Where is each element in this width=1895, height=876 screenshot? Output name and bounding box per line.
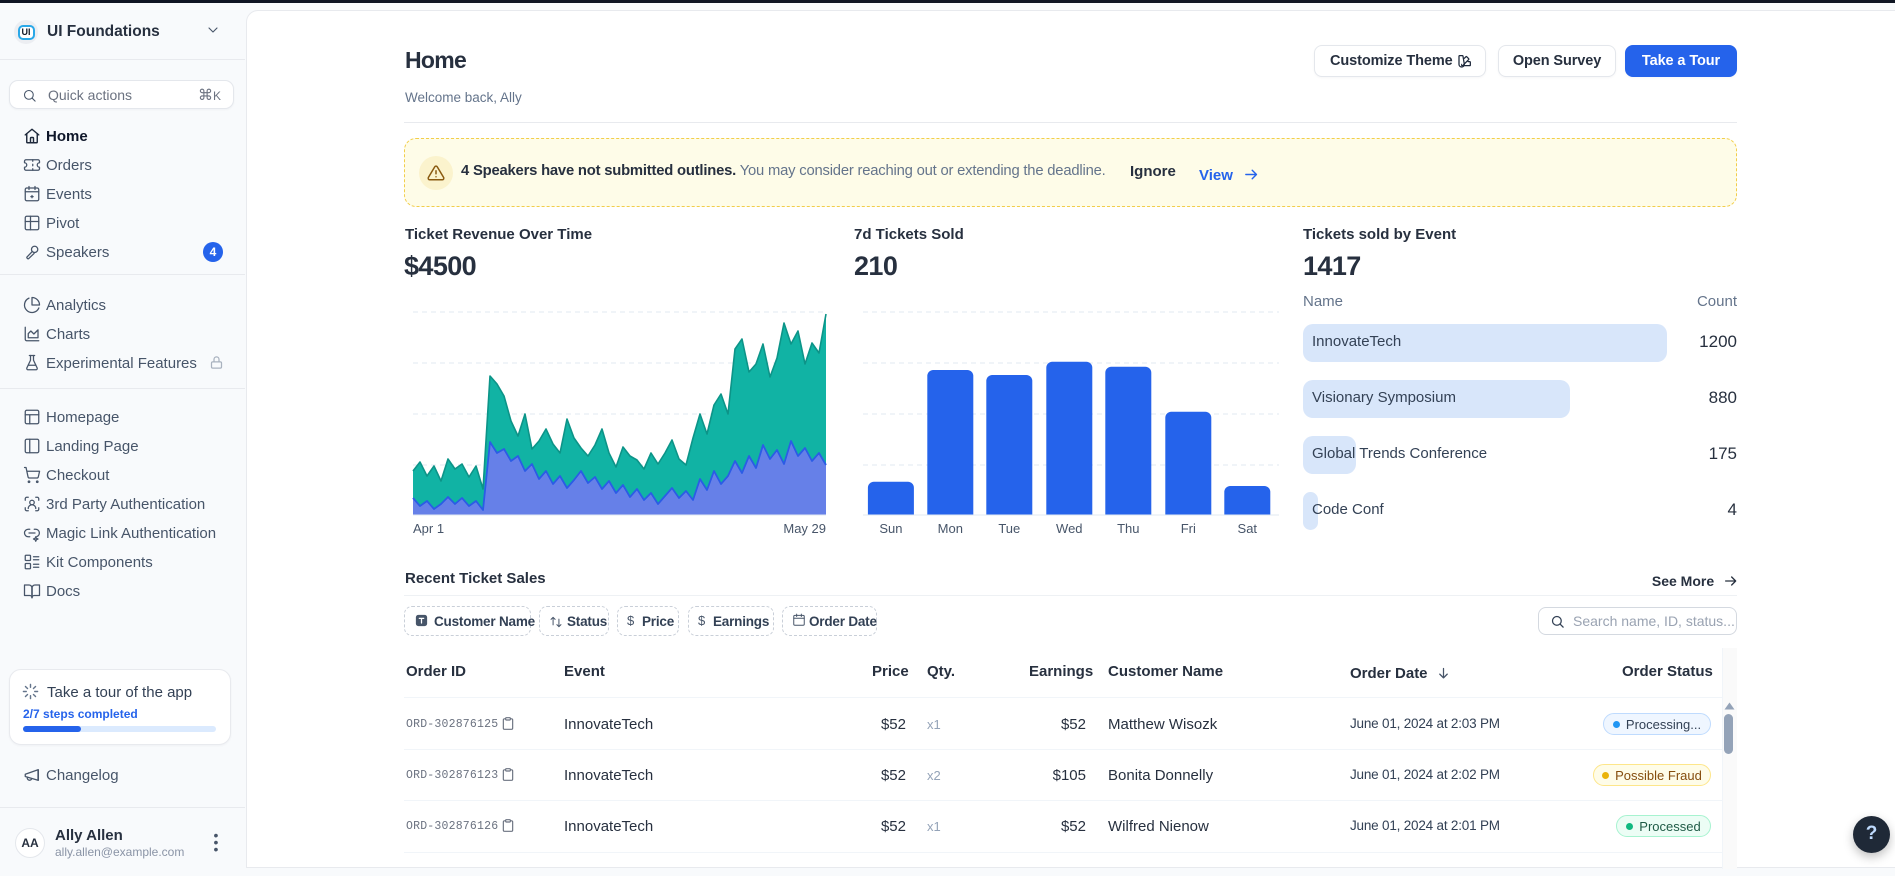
svg-text:Fri: Fri	[1181, 521, 1196, 536]
svg-text:Thu: Thu	[1117, 521, 1139, 536]
svg-text:Mon: Mon	[938, 521, 963, 536]
svg-text:Wed: Wed	[1056, 521, 1083, 536]
svg-text:Sat: Sat	[1238, 521, 1258, 536]
svg-text:Tue: Tue	[998, 521, 1020, 536]
svg-text:Apr 1: Apr 1	[413, 521, 444, 536]
svg-text:Sun: Sun	[879, 521, 902, 536]
svg-text:May 29: May 29	[783, 521, 826, 536]
